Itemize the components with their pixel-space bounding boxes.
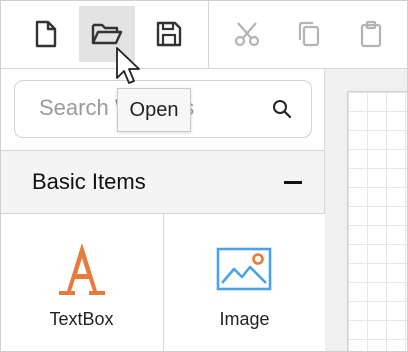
cut-icon: [234, 22, 260, 47]
save-icon: [156, 21, 182, 47]
textbox-item[interactable]: TextBox: [1, 214, 162, 351]
image-item[interactable]: Image: [164, 214, 325, 351]
paste-icon: [360, 20, 382, 48]
image-icon: [216, 247, 272, 291]
paste-button[interactable]: [343, 6, 399, 62]
tooltip: Open: [117, 88, 191, 132]
copy-icon: [298, 21, 320, 47]
item-label: TextBox: [49, 309, 114, 329]
textbox-icon: [59, 243, 105, 295]
search-icon[interactable]: [271, 98, 293, 120]
report-designer-window: Basic Items TextBox Image Open: [0, 0, 408, 352]
save-button[interactable]: [141, 6, 197, 62]
toolbar: [1, 1, 407, 69]
toolbar-separator: [208, 1, 209, 68]
new-button[interactable]: [17, 6, 73, 62]
open-folder-icon: [91, 23, 123, 45]
vertical-ruler: [325, 69, 346, 351]
copy-button[interactable]: [281, 6, 337, 62]
mouse-pointer-icon: [116, 47, 140, 84]
new-file-icon: [35, 20, 57, 48]
report-page-grid[interactable]: [347, 91, 407, 351]
section-title: Basic Items: [32, 169, 146, 194]
basic-items-header[interactable]: Basic Items: [1, 151, 324, 213]
design-canvas[interactable]: [325, 69, 407, 351]
cut-button[interactable]: [219, 6, 275, 62]
collapse-icon[interactable]: [284, 181, 302, 184]
item-label: Image: [219, 309, 270, 329]
